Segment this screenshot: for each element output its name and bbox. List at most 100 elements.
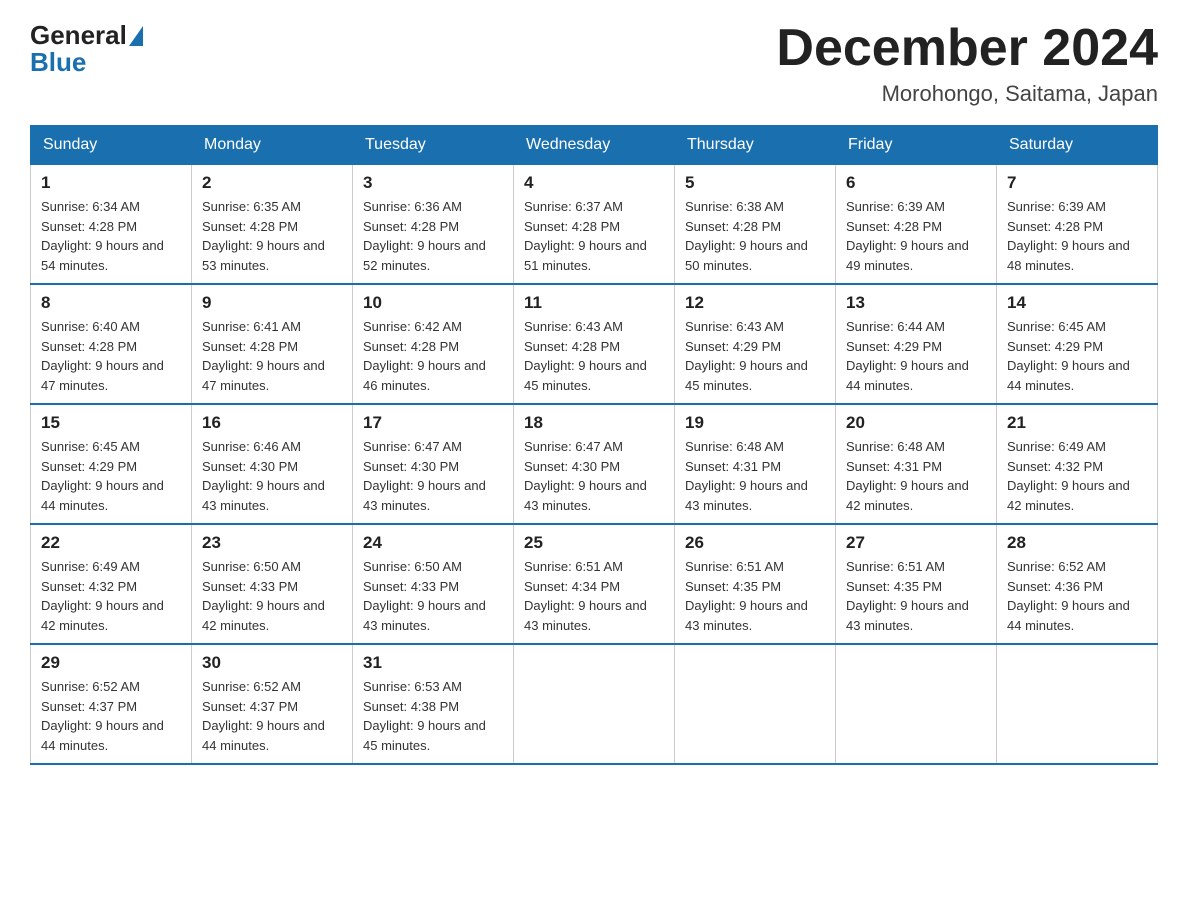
day-info: Sunrise: 6:47 AMSunset: 4:30 PMDaylight:… <box>524 437 664 515</box>
header-friday: Friday <box>836 126 997 165</box>
day-info: Sunrise: 6:35 AMSunset: 4:28 PMDaylight:… <box>202 197 342 275</box>
logo: General Blue <box>30 20 143 78</box>
day-info: Sunrise: 6:37 AMSunset: 4:28 PMDaylight:… <box>524 197 664 275</box>
day-cell: 18 Sunrise: 6:47 AMSunset: 4:30 PMDaylig… <box>514 404 675 524</box>
day-info: Sunrise: 6:46 AMSunset: 4:30 PMDaylight:… <box>202 437 342 515</box>
day-info: Sunrise: 6:43 AMSunset: 4:28 PMDaylight:… <box>524 317 664 395</box>
day-number: 14 <box>1007 293 1147 313</box>
day-number: 25 <box>524 533 664 553</box>
day-info: Sunrise: 6:53 AMSunset: 4:38 PMDaylight:… <box>363 677 503 755</box>
day-info: Sunrise: 6:47 AMSunset: 4:30 PMDaylight:… <box>363 437 503 515</box>
day-number: 23 <box>202 533 342 553</box>
header-wednesday: Wednesday <box>514 126 675 165</box>
day-number: 31 <box>363 653 503 673</box>
day-info: Sunrise: 6:51 AMSunset: 4:35 PMDaylight:… <box>846 557 986 635</box>
day-info: Sunrise: 6:52 AMSunset: 4:37 PMDaylight:… <box>41 677 181 755</box>
day-cell: 3 Sunrise: 6:36 AMSunset: 4:28 PMDayligh… <box>353 165 514 285</box>
day-cell: 11 Sunrise: 6:43 AMSunset: 4:28 PMDaylig… <box>514 284 675 404</box>
day-cell: 28 Sunrise: 6:52 AMSunset: 4:36 PMDaylig… <box>997 524 1158 644</box>
day-number: 19 <box>685 413 825 433</box>
day-number: 17 <box>363 413 503 433</box>
day-cell: 24 Sunrise: 6:50 AMSunset: 4:33 PMDaylig… <box>353 524 514 644</box>
day-cell: 12 Sunrise: 6:43 AMSunset: 4:29 PMDaylig… <box>675 284 836 404</box>
day-number: 13 <box>846 293 986 313</box>
day-cell: 6 Sunrise: 6:39 AMSunset: 4:28 PMDayligh… <box>836 165 997 285</box>
day-cell <box>675 644 836 764</box>
day-number: 27 <box>846 533 986 553</box>
day-info: Sunrise: 6:48 AMSunset: 4:31 PMDaylight:… <box>846 437 986 515</box>
day-number: 2 <box>202 173 342 193</box>
day-info: Sunrise: 6:43 AMSunset: 4:29 PMDaylight:… <box>685 317 825 395</box>
calendar-header-row: SundayMondayTuesdayWednesdayThursdayFrid… <box>31 126 1158 165</box>
day-cell: 4 Sunrise: 6:37 AMSunset: 4:28 PMDayligh… <box>514 165 675 285</box>
day-cell: 30 Sunrise: 6:52 AMSunset: 4:37 PMDaylig… <box>192 644 353 764</box>
day-cell: 7 Sunrise: 6:39 AMSunset: 4:28 PMDayligh… <box>997 165 1158 285</box>
day-cell: 22 Sunrise: 6:49 AMSunset: 4:32 PMDaylig… <box>31 524 192 644</box>
day-cell: 31 Sunrise: 6:53 AMSunset: 4:38 PMDaylig… <box>353 644 514 764</box>
title-block: December 2024 Morohongo, Saitama, Japan <box>776 20 1158 107</box>
day-cell: 2 Sunrise: 6:35 AMSunset: 4:28 PMDayligh… <box>192 165 353 285</box>
day-number: 3 <box>363 173 503 193</box>
day-number: 10 <box>363 293 503 313</box>
week-row-5: 29 Sunrise: 6:52 AMSunset: 4:37 PMDaylig… <box>31 644 1158 764</box>
day-info: Sunrise: 6:45 AMSunset: 4:29 PMDaylight:… <box>1007 317 1147 395</box>
day-info: Sunrise: 6:51 AMSunset: 4:34 PMDaylight:… <box>524 557 664 635</box>
day-number: 26 <box>685 533 825 553</box>
day-number: 21 <box>1007 413 1147 433</box>
day-info: Sunrise: 6:42 AMSunset: 4:28 PMDaylight:… <box>363 317 503 395</box>
day-cell: 23 Sunrise: 6:50 AMSunset: 4:33 PMDaylig… <box>192 524 353 644</box>
day-number: 15 <box>41 413 181 433</box>
day-cell: 13 Sunrise: 6:44 AMSunset: 4:29 PMDaylig… <box>836 284 997 404</box>
week-row-3: 15 Sunrise: 6:45 AMSunset: 4:29 PMDaylig… <box>31 404 1158 524</box>
header-monday: Monday <box>192 126 353 165</box>
day-cell: 27 Sunrise: 6:51 AMSunset: 4:35 PMDaylig… <box>836 524 997 644</box>
calendar-table: SundayMondayTuesdayWednesdayThursdayFrid… <box>30 125 1158 765</box>
logo-blue-text: Blue <box>30 47 86 78</box>
day-cell: 21 Sunrise: 6:49 AMSunset: 4:32 PMDaylig… <box>997 404 1158 524</box>
week-row-4: 22 Sunrise: 6:49 AMSunset: 4:32 PMDaylig… <box>31 524 1158 644</box>
header-tuesday: Tuesday <box>353 126 514 165</box>
day-cell: 25 Sunrise: 6:51 AMSunset: 4:34 PMDaylig… <box>514 524 675 644</box>
day-info: Sunrise: 6:52 AMSunset: 4:37 PMDaylight:… <box>202 677 342 755</box>
day-cell: 10 Sunrise: 6:42 AMSunset: 4:28 PMDaylig… <box>353 284 514 404</box>
day-number: 24 <box>363 533 503 553</box>
day-info: Sunrise: 6:45 AMSunset: 4:29 PMDaylight:… <box>41 437 181 515</box>
week-row-2: 8 Sunrise: 6:40 AMSunset: 4:28 PMDayligh… <box>31 284 1158 404</box>
day-cell <box>514 644 675 764</box>
day-info: Sunrise: 6:49 AMSunset: 4:32 PMDaylight:… <box>1007 437 1147 515</box>
day-number: 29 <box>41 653 181 673</box>
day-cell: 9 Sunrise: 6:41 AMSunset: 4:28 PMDayligh… <box>192 284 353 404</box>
day-cell: 1 Sunrise: 6:34 AMSunset: 4:28 PMDayligh… <box>31 165 192 285</box>
header-saturday: Saturday <box>997 126 1158 165</box>
week-row-1: 1 Sunrise: 6:34 AMSunset: 4:28 PMDayligh… <box>31 165 1158 285</box>
day-number: 9 <box>202 293 342 313</box>
location-title: Morohongo, Saitama, Japan <box>776 81 1158 107</box>
day-cell: 29 Sunrise: 6:52 AMSunset: 4:37 PMDaylig… <box>31 644 192 764</box>
day-number: 6 <box>846 173 986 193</box>
day-cell: 8 Sunrise: 6:40 AMSunset: 4:28 PMDayligh… <box>31 284 192 404</box>
day-number: 4 <box>524 173 664 193</box>
header-sunday: Sunday <box>31 126 192 165</box>
day-cell: 26 Sunrise: 6:51 AMSunset: 4:35 PMDaylig… <box>675 524 836 644</box>
day-info: Sunrise: 6:44 AMSunset: 4:29 PMDaylight:… <box>846 317 986 395</box>
day-number: 5 <box>685 173 825 193</box>
day-info: Sunrise: 6:39 AMSunset: 4:28 PMDaylight:… <box>846 197 986 275</box>
day-info: Sunrise: 6:49 AMSunset: 4:32 PMDaylight:… <box>41 557 181 635</box>
day-info: Sunrise: 6:41 AMSunset: 4:28 PMDaylight:… <box>202 317 342 395</box>
day-info: Sunrise: 6:38 AMSunset: 4:28 PMDaylight:… <box>685 197 825 275</box>
day-info: Sunrise: 6:48 AMSunset: 4:31 PMDaylight:… <box>685 437 825 515</box>
day-cell <box>997 644 1158 764</box>
day-info: Sunrise: 6:40 AMSunset: 4:28 PMDaylight:… <box>41 317 181 395</box>
day-info: Sunrise: 6:50 AMSunset: 4:33 PMDaylight:… <box>363 557 503 635</box>
day-number: 30 <box>202 653 342 673</box>
day-cell: 14 Sunrise: 6:45 AMSunset: 4:29 PMDaylig… <box>997 284 1158 404</box>
day-info: Sunrise: 6:39 AMSunset: 4:28 PMDaylight:… <box>1007 197 1147 275</box>
day-number: 11 <box>524 293 664 313</box>
day-info: Sunrise: 6:34 AMSunset: 4:28 PMDaylight:… <box>41 197 181 275</box>
day-cell: 15 Sunrise: 6:45 AMSunset: 4:29 PMDaylig… <box>31 404 192 524</box>
page-header: General Blue December 2024 Morohongo, Sa… <box>30 20 1158 107</box>
day-cell: 17 Sunrise: 6:47 AMSunset: 4:30 PMDaylig… <box>353 404 514 524</box>
day-cell: 5 Sunrise: 6:38 AMSunset: 4:28 PMDayligh… <box>675 165 836 285</box>
day-number: 20 <box>846 413 986 433</box>
day-info: Sunrise: 6:36 AMSunset: 4:28 PMDaylight:… <box>363 197 503 275</box>
